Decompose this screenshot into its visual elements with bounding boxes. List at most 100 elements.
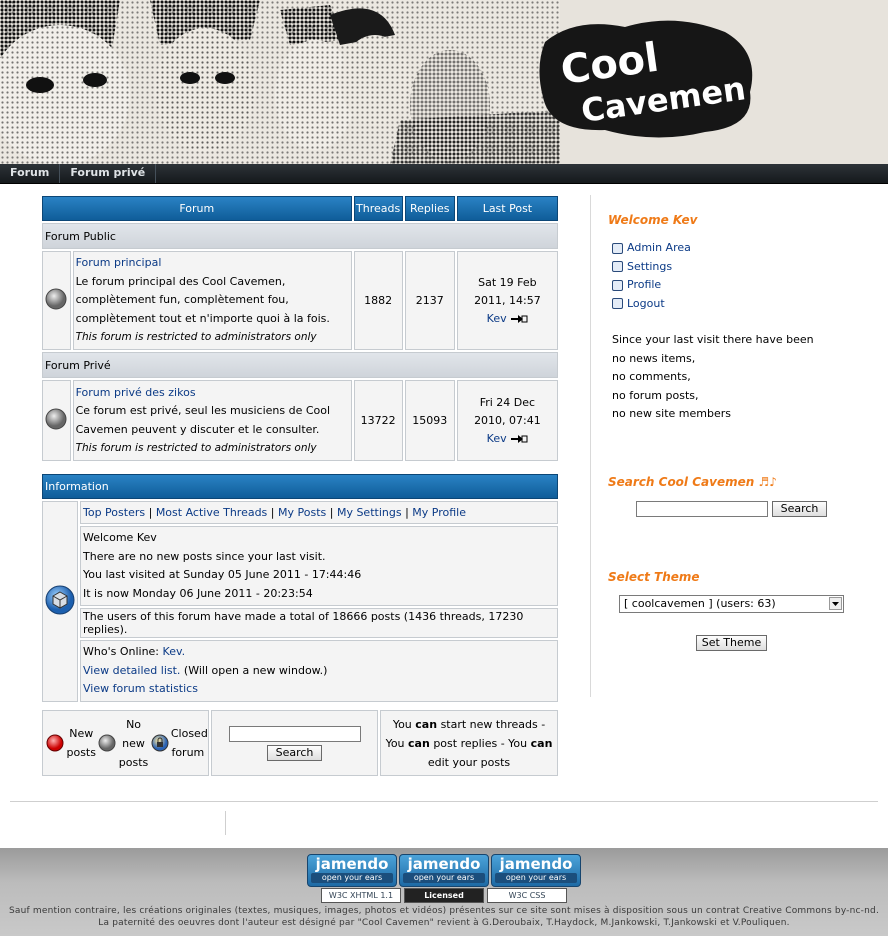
most-active-threads-link[interactable]: Most Active Threads: [156, 506, 267, 519]
forum-description: Ce forum est privé, seul les musiciens d…: [75, 404, 331, 436]
jamendo-button[interactable]: jamendo open your ears: [491, 854, 581, 887]
quick-links: Top Posters | Most Active Threads | My P…: [80, 501, 558, 524]
bullet-icon: [612, 242, 623, 254]
welcome-heading: Welcome Kev: [608, 213, 698, 227]
forum-row: Forum privé des zikos Ce forum est privé…: [42, 380, 558, 461]
forum-title-link[interactable]: Forum principal: [76, 254, 349, 273]
forum-statistics-link[interactable]: View forum statistics: [83, 682, 198, 695]
theme-selected-value: [ coolcavemen ] (users: 63): [624, 597, 776, 610]
since-line: no forum posts,: [612, 388, 699, 402]
menu-item-settings[interactable]: Settings: [612, 258, 691, 277]
main-nav: Forum Forum privé: [0, 164, 888, 184]
menu-item-profile[interactable]: Profile: [612, 276, 691, 295]
forum-description: Le forum principal des Cool Cavemen, com…: [75, 274, 330, 325]
menu-item-admin-area[interactable]: Admin Area: [612, 239, 691, 258]
online-user-link[interactable]: Kev.: [163, 645, 186, 658]
thread-count: 13722: [353, 380, 403, 461]
forum-restriction: This forum is restricted to administrato…: [75, 442, 317, 454]
go-to-last-post-icon[interactable]: [510, 434, 528, 444]
new-posts-label: New posts: [66, 727, 96, 759]
bullet-icon: [612, 298, 623, 310]
site-search: Search: [636, 501, 827, 517]
go-to-last-post-icon[interactable]: [510, 314, 528, 324]
last-post: Sat 19 Feb 2011, 14:57 Kev: [456, 251, 558, 350]
icon-legend: New posts No new posts Closed forum: [42, 710, 209, 776]
forum-table: Forum Threads Replies Last Post Forum Pu…: [40, 194, 560, 463]
jamendo-button[interactable]: jamendo open your ears: [399, 854, 489, 887]
forum-row: Forum principal Le forum principal des C…: [42, 251, 558, 350]
last-post: Fri 24 Dec 2010, 07:41 Kev: [456, 380, 558, 461]
since-line: no news items,: [612, 351, 696, 365]
jamendo-name: jamendo: [407, 855, 481, 873]
w3c-css-badge[interactable]: W3C CSS: [487, 888, 567, 903]
site-search-button[interactable]: Search: [772, 501, 827, 517]
detailed-list-link[interactable]: View detailed list.: [83, 664, 180, 677]
last-post-user[interactable]: Kev: [487, 432, 507, 445]
menu-item-logout[interactable]: Logout: [612, 295, 691, 314]
band-photo: [0, 0, 560, 165]
no-new-posts-text: There are no new posts since your last v…: [83, 549, 326, 563]
menu-label[interactable]: Profile: [627, 276, 661, 295]
forum-status-no-new-icon: [45, 288, 67, 310]
since-line: no comments,: [612, 370, 691, 383]
perm-text: edit your posts: [427, 755, 511, 769]
perm-can: can: [415, 717, 438, 731]
menu-label[interactable]: Logout: [627, 295, 665, 314]
perm-text: post replies - You: [433, 736, 528, 750]
perm-text: You: [392, 717, 412, 731]
forum-search: Search: [211, 710, 378, 776]
permissions-text: You can start new threads - You can post…: [380, 710, 558, 776]
information-header: Information: [42, 474, 558, 499]
forum-search-input[interactable]: [228, 725, 361, 742]
no-new-posts-label: No new posts: [118, 717, 149, 769]
forum-restriction: This forum is restricted to administrato…: [75, 331, 317, 344]
last-post-user[interactable]: Kev: [487, 312, 507, 325]
jamendo-tag: open your ears: [495, 873, 577, 883]
nav-forum-prive[interactable]: Forum privé: [60, 164, 157, 183]
forum-totals: The users of this forum have made a tota…: [80, 608, 558, 638]
jamendo-button[interactable]: jamendo open your ears: [307, 854, 397, 887]
online-label: Who's Online:: [83, 645, 160, 658]
my-posts-link[interactable]: My Posts: [278, 506, 326, 519]
set-theme-button[interactable]: Set Theme: [696, 635, 767, 651]
nav-forum[interactable]: Forum: [0, 164, 61, 183]
theme-select[interactable]: [ coolcavemen ] (users: 63): [619, 595, 844, 613]
header-threads: Threads: [353, 196, 403, 221]
forum-status-no-new-icon: [45, 408, 67, 430]
thread-count: 1882: [353, 251, 403, 350]
perm-can: can: [408, 736, 430, 750]
online-info: Who's Online: Kev. View detailed list. (…: [80, 640, 558, 702]
site-search-input[interactable]: [636, 501, 768, 517]
header-forum: Forum: [42, 196, 352, 221]
last-post-date: Fri 24 Dec 2010, 07:41: [474, 395, 541, 427]
w3c-xhtml-badge[interactable]: W3C XHTML 1.1: [321, 888, 401, 903]
theme-heading: Select Theme: [608, 570, 700, 584]
cool-cavemen-logo: Cool Cavemen: [539, 20, 753, 138]
legend-table: New posts No new posts Closed forum Sear…: [40, 708, 560, 778]
reply-count: 15093: [404, 380, 455, 461]
creative-commons-badge[interactable]: Licensed: [404, 888, 484, 903]
site-footer: jamendo open your ears jamendo open your…: [0, 848, 888, 936]
chevron-down-icon[interactable]: [829, 597, 842, 610]
menu-label[interactable]: Settings: [627, 258, 672, 277]
site-banner: Cool Cavemen: [0, 0, 888, 165]
category-forum-prive: Forum Privé: [42, 352, 558, 378]
header-replies: Replies: [404, 196, 455, 221]
bullet-icon: [612, 261, 623, 273]
user-menu: Admin Area Settings Profile Logout: [612, 239, 691, 313]
information-table: Information Top Posters | Most Active Th…: [40, 472, 560, 704]
my-settings-link[interactable]: My Settings: [337, 506, 402, 519]
no-new-posts-icon: [98, 734, 116, 752]
top-posters-link[interactable]: Top Posters: [83, 506, 145, 519]
menu-label[interactable]: Admin Area: [627, 239, 691, 258]
sidebar: Welcome Kev Admin Area Settings Profile …: [590, 195, 888, 697]
visit-info: Welcome Kev There are no new posts since…: [80, 526, 558, 606]
last-post-date: Sat 19 Feb 2011, 14:57: [474, 275, 541, 307]
header-last-post: Last Post: [456, 196, 558, 221]
jamendo-tag: open your ears: [311, 873, 393, 883]
forum-title-link[interactable]: Forum privé des zikos: [76, 384, 349, 403]
welcome-text: Welcome Kev: [83, 531, 157, 544]
my-profile-link[interactable]: My Profile: [412, 506, 466, 519]
closed-forum-label: Closed forum: [170, 727, 208, 759]
forum-search-button[interactable]: Search: [267, 744, 322, 761]
